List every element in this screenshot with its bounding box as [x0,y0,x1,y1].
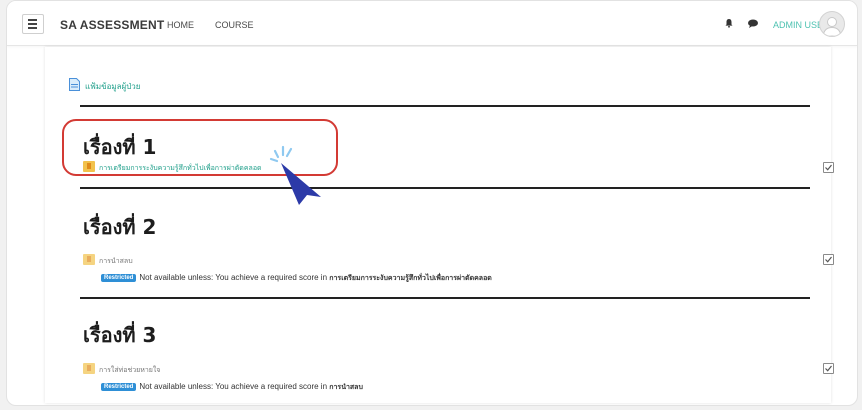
completion-checkbox-1[interactable] [823,162,834,173]
bell-icon[interactable] [724,18,734,28]
file-resource-label[interactable]: แฟ้มข้อมูลผู้ป่วย [85,80,141,93]
app-window: SA ASSESSMENT HOME COURSE ADMIN USER แฟ้… [6,0,858,406]
completion-checkbox-2[interactable] [823,254,834,265]
nav-home[interactable]: HOME [167,20,194,30]
hamburger-icon[interactable] [22,14,44,34]
quiz-icon [83,363,95,374]
checkbox-icon [825,365,832,372]
completion-checkbox-3[interactable] [823,363,834,374]
section-3-activity-label[interactable]: การใส่ท่อช่วยหายใจ [99,365,160,376]
user-avatar-icon[interactable] [819,11,845,37]
section-3-restriction: Restricted Not available unless: You achi… [101,382,363,394]
restricted-badge: Restricted [101,383,137,391]
file-icon [69,78,80,91]
top-navbar: SA ASSESSMENT HOME COURSE ADMIN USER [7,1,857,46]
restriction-text: Not available unless: You achieve a requ… [139,382,328,391]
site-brand[interactable]: SA ASSESSMENT [60,18,164,32]
section-divider [80,105,810,107]
pointer-icon [269,145,321,205]
section-2-title: เรื่องที่ 2 [83,215,157,239]
restricted-badge: Restricted [101,274,137,282]
restriction-target: การเตรียมการระงับความรู้สึกทั่วไปเพื่อกา… [329,274,492,282]
section-2-activity-label[interactable]: การนำสลบ [99,256,133,267]
nav-course[interactable]: COURSE [215,20,254,30]
checkbox-icon [825,164,832,171]
restriction-text: Not available unless: You achieve a requ… [139,273,328,282]
course-content: แฟ้มข้อมูลผู้ป่วย เรื่องที่ 1 การเตรียมก… [45,47,834,403]
section-2-restriction: Restricted Not available unless: You achi… [101,273,492,285]
section-divider [80,297,810,299]
section-3-title: เรื่องที่ 3 [83,323,157,347]
quiz-icon [83,254,95,265]
checkbox-icon [825,256,832,263]
restriction-target: การนำสลบ [329,383,363,391]
section-divider [80,187,810,189]
chat-icon[interactable] [747,19,759,28]
